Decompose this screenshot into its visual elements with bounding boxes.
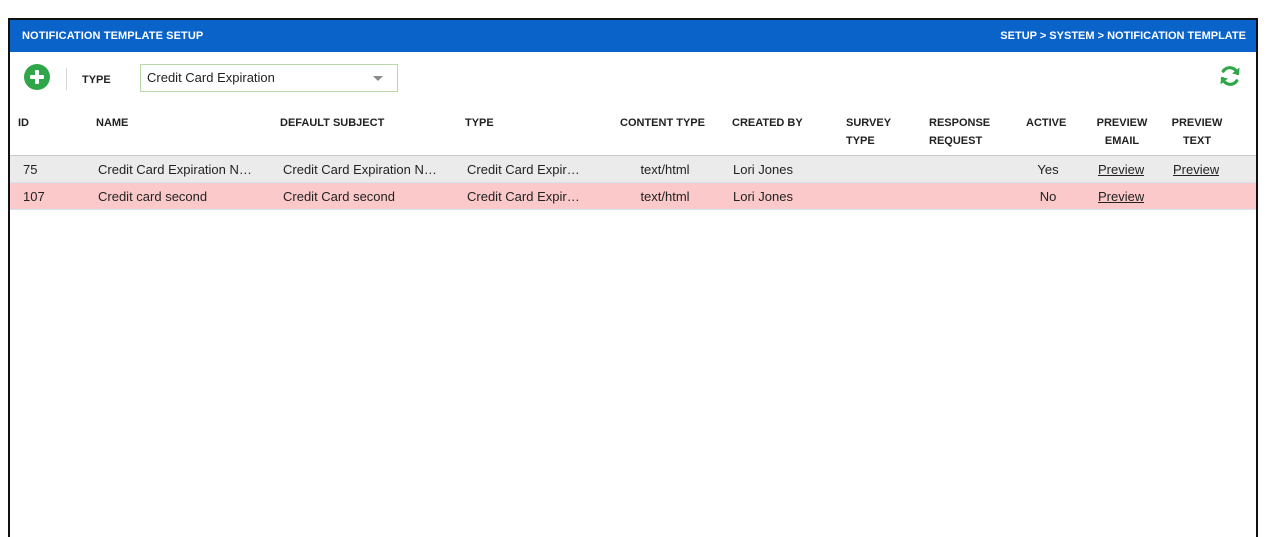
toolbar: TYPE Credit Card Expiration [10,52,1256,110]
table-header: ID NAME DEFAULT SUBJECT TYPE CONTENT TYP… [10,110,1256,156]
toolbar-divider [66,68,67,90]
cell-id: 75 [23,162,38,177]
cell-name: Credit Card Expiration N… [98,162,252,177]
cell-content-type: text/html [640,162,690,177]
table-row[interactable]: 107 Credit card second Credit Card secon… [10,183,1256,210]
table-row[interactable]: 75 Credit Card Expiration N… Credit Card… [10,156,1256,183]
column-header-content-type[interactable]: CONTENT TYPE [620,114,705,132]
cell-created-by: Lori Jones [733,189,793,204]
cell-name: Credit card second [98,189,208,204]
type-filter-select[interactable]: Credit Card Expiration [140,64,398,92]
column-header-response-request[interactable]: RESPONSE REQUEST [929,114,990,150]
cell-default-subject: Credit Card second [283,189,395,204]
column-header-preview-email[interactable]: PREVIEW EMAIL [1096,114,1148,150]
column-header-preview-text[interactable]: PREVIEW TEXT [1171,114,1223,150]
preview-text-link[interactable]: Preview [1173,162,1219,177]
cell-active: No [1039,189,1057,204]
preview-email-link[interactable]: Preview [1098,189,1144,204]
breadcrumb: SETUP > SYSTEM > NOTIFICATION TEMPLATE [1000,30,1246,42]
cell-created-by: Lori Jones [733,162,793,177]
cell-type: Credit Card Expir… [467,189,580,204]
column-header-name[interactable]: NAME [96,114,128,132]
panel-title: NOTIFICATION TEMPLATE SETUP [22,30,204,42]
cell-content-type: text/html [640,189,690,204]
cell-type: Credit Card Expir… [467,162,580,177]
column-header-id[interactable]: ID [18,114,29,132]
type-filter-value: Credit Card Expiration [147,70,275,85]
cell-active: Yes [1037,162,1059,177]
column-header-created-by[interactable]: CREATED BY [732,114,803,132]
column-header-survey-type[interactable]: SURVEY TYPE [846,114,891,150]
column-header-active[interactable]: ACTIVE [1026,114,1066,132]
plus-circle-icon[interactable] [24,64,50,90]
cell-default-subject: Credit Card Expiration N… [283,162,437,177]
cell-id: 107 [23,189,45,204]
panel-header: NOTIFICATION TEMPLATE SETUP SETUP > SYST… [10,20,1256,52]
preview-email-link[interactable]: Preview [1098,162,1144,177]
caret-down-icon [373,76,383,81]
column-header-default-subject[interactable]: DEFAULT SUBJECT [280,114,384,132]
notification-template-panel: NOTIFICATION TEMPLATE SETUP SETUP > SYST… [8,18,1258,537]
column-header-type[interactable]: TYPE [465,114,494,132]
refresh-icon[interactable] [1218,64,1242,88]
type-filter-label: TYPE [82,74,111,86]
